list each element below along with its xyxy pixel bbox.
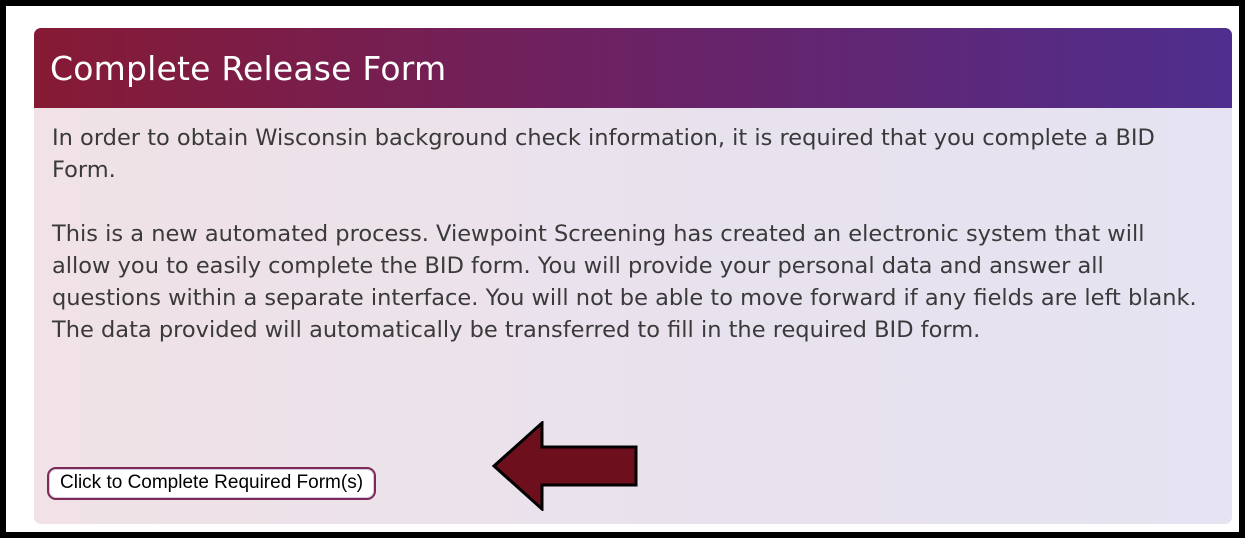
panel-body: In order to obtain Wisconsin background … (34, 108, 1232, 346)
arrow-shape (491, 421, 638, 511)
action-row: Click to Complete Required Form(s) (47, 467, 377, 500)
complete-required-forms-button[interactable]: Click to Complete Required Form(s) (47, 467, 377, 500)
panel-title: Complete Release Form (50, 48, 447, 88)
intro-paragraph: In order to obtain Wisconsin background … (52, 125, 1155, 183)
process-paragraph: This is a new automated process. Viewpoi… (52, 221, 1197, 343)
left-arrow-icon (491, 421, 638, 511)
panel-header: Complete Release Form (34, 28, 1232, 108)
screenshot-frame: Complete Release Form In order to obtain… (0, 0, 1245, 538)
